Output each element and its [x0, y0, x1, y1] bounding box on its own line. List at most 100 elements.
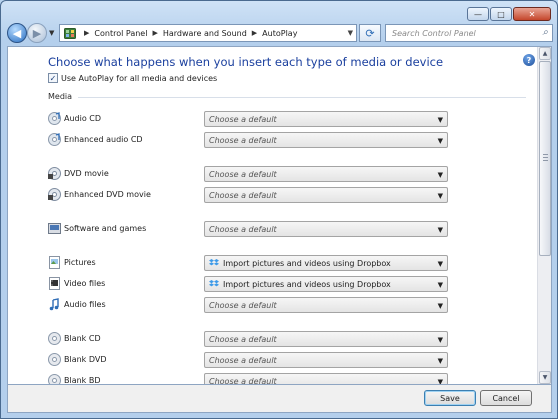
scrollbar-grip-icon	[543, 154, 548, 162]
blank-cd-default-select[interactable]: Choose a default ▼	[204, 331, 448, 347]
close-button[interactable]: ✕	[513, 7, 551, 21]
scrollbar-thumb[interactable]	[539, 61, 551, 256]
caption-buttons: — □ ✕	[467, 7, 551, 21]
refresh-icon: ⟳	[365, 26, 375, 40]
blank-bd-default-select[interactable]: Choose a default ▼	[204, 373, 448, 385]
use-autoplay-label[interactable]: Use AutoPlay for all media and devices	[61, 74, 217, 83]
dialog-footer: Save Cancel	[7, 385, 552, 413]
breadcrumb-control-panel[interactable]: Control Panel	[94, 29, 147, 38]
address-bar[interactable]: ▶ Control Panel ▶ Hardware and Sound ▶ A…	[59, 24, 357, 42]
enhanced-dvd-movie-default-select[interactable]: Choose a default ▼	[204, 187, 448, 203]
cd-audio-icon	[48, 133, 61, 146]
select-value: Import pictures and videos using Dropbox	[223, 279, 391, 289]
select-value: Choose a default	[209, 190, 277, 200]
media-label: Audio files	[64, 300, 106, 309]
chevron-down-icon: ▼	[437, 302, 443, 310]
autoplay-content-pane: ? Choose what happens when you insert ea…	[7, 46, 552, 385]
chevron-down-icon: ▼	[437, 357, 443, 365]
media-row-audio-files: Audio files Choose a default ▼	[48, 297, 448, 313]
media-label: Audio CD	[64, 114, 102, 123]
navigation-bar: ◀ ▶ ▼ ▶ Control Panel ▶ Hardware and Sou…	[7, 23, 553, 45]
breadcrumb-hardware-and-sound[interactable]: Hardware and Sound	[163, 29, 247, 38]
select-value: Choose a default	[209, 224, 277, 234]
breadcrumb-separator-icon: ▶	[251, 29, 258, 37]
help-icon[interactable]: ?	[523, 54, 535, 66]
pictures-default-select[interactable]: Import pictures and videos using Dropbox…	[204, 255, 448, 271]
forward-button[interactable]: ▶	[27, 23, 47, 43]
chevron-down-icon: ▼	[437, 378, 443, 385]
search-input[interactable]: Search Control Panel ⌕	[385, 24, 553, 42]
address-dropdown-icon[interactable]: ▼	[348, 29, 353, 37]
software-icon	[48, 222, 61, 235]
media-row-blank-dvd: Blank DVD Choose a default ▼	[48, 352, 448, 368]
media-row-audio-cd: Audio CD Choose a default ▼	[48, 111, 448, 127]
media-label: Software and games	[64, 224, 147, 233]
audio-cd-default-select[interactable]: Choose a default ▼	[204, 111, 448, 127]
blank-disc-icon	[48, 374, 61, 384]
audio-files-default-select[interactable]: Choose a default ▼	[204, 297, 448, 313]
video-files-default-select[interactable]: Import pictures and videos using Dropbox…	[204, 276, 448, 292]
use-autoplay-checkbox[interactable]: ✓	[48, 73, 58, 83]
select-value: Choose a default	[209, 169, 277, 179]
media-row-dvd-movie: DVD movie Choose a default ▼	[48, 166, 448, 182]
media-row-video-files: Video files Import pictures and videos us…	[48, 276, 448, 292]
section-divider	[78, 97, 526, 98]
dropbox-icon	[209, 280, 219, 287]
blank-dvd-default-select[interactable]: Choose a default ▼	[204, 352, 448, 368]
select-value: Choose a default	[209, 114, 277, 124]
refresh-button[interactable]: ⟳	[359, 24, 381, 42]
scroll-down-button[interactable]: ▼	[539, 371, 551, 384]
recent-pages-dropdown-icon[interactable]: ▼	[49, 29, 54, 37]
chevron-down-icon: ▼	[437, 226, 443, 234]
media-label: Blank CD	[64, 334, 101, 343]
chevron-down-icon: ▼	[437, 116, 443, 124]
maximize-button[interactable]: □	[490, 7, 512, 21]
scroll-up-button[interactable]: ▲	[539, 47, 551, 60]
media-label: Blank DVD	[64, 355, 107, 364]
media-row-software-and-games: Software and games Choose a default ▼	[48, 221, 448, 237]
media-label: Video files	[64, 279, 106, 288]
save-button[interactable]: Save	[424, 390, 476, 406]
media-label: Pictures	[64, 258, 96, 267]
select-value: Choose a default	[209, 334, 277, 344]
search-placeholder: Search Control Panel	[392, 28, 476, 38]
control-panel-icon	[64, 27, 76, 39]
blank-disc-icon	[48, 332, 61, 345]
chevron-down-icon: ▼	[437, 281, 443, 289]
breadcrumb-separator-icon: ▶	[152, 29, 158, 37]
media-row-blank-bd: Blank BD Choose a default ▼	[48, 373, 448, 385]
media-row-enhanced-audio-cd: Enhanced audio CD Choose a default ▼	[48, 132, 448, 148]
chevron-down-icon: ▼	[437, 260, 443, 268]
media-label: DVD movie	[64, 169, 109, 178]
dvd-movie-icon	[48, 188, 61, 201]
chevron-down-icon: ▼	[437, 336, 443, 344]
media-label: Enhanced DVD movie	[64, 190, 151, 199]
media-row-enhanced-dvd-movie: Enhanced DVD movie Choose a default ▼	[48, 187, 448, 203]
media-row-pictures: Pictures Import pictures and videos using…	[48, 255, 448, 271]
cancel-button[interactable]: Cancel	[480, 390, 532, 406]
breadcrumb-autoplay[interactable]: AutoPlay	[262, 29, 297, 38]
chevron-down-icon: ▼	[437, 192, 443, 200]
back-button[interactable]: ◀	[7, 23, 27, 43]
dvd-movie-icon	[48, 167, 61, 180]
media-label: Blank BD	[64, 376, 101, 385]
search-icon[interactable]: ⌕	[542, 27, 548, 38]
enhanced-audio-cd-default-select[interactable]: Choose a default ▼	[204, 132, 448, 148]
cd-audio-icon	[48, 112, 61, 125]
chevron-down-icon: ▼	[437, 137, 443, 145]
control-panel-window: — □ ✕ ◀ ▶ ▼ ▶ Control Panel ▶ Hardware a…	[0, 0, 558, 419]
autoplay-checkbox-row[interactable]: ✓ Use AutoPlay for all media and devices	[48, 73, 217, 83]
vertical-scrollbar[interactable]: ▲ ▼	[537, 47, 551, 384]
select-value: Choose a default	[209, 355, 277, 365]
pictures-icon	[48, 256, 61, 269]
select-value: Import pictures and videos using Dropbox	[223, 258, 391, 268]
software-and-games-default-select[interactable]: Choose a default ▼	[204, 221, 448, 237]
blank-disc-icon	[48, 353, 61, 366]
dvd-movie-default-select[interactable]: Choose a default ▼	[204, 166, 448, 182]
video-files-icon	[48, 277, 61, 290]
minimize-button[interactable]: —	[467, 7, 489, 21]
select-value: Choose a default	[209, 135, 277, 145]
chevron-down-icon: ▼	[437, 171, 443, 179]
media-section-label: Media	[48, 92, 73, 101]
media-row-blank-cd: Blank CD Choose a default ▼	[48, 331, 448, 347]
